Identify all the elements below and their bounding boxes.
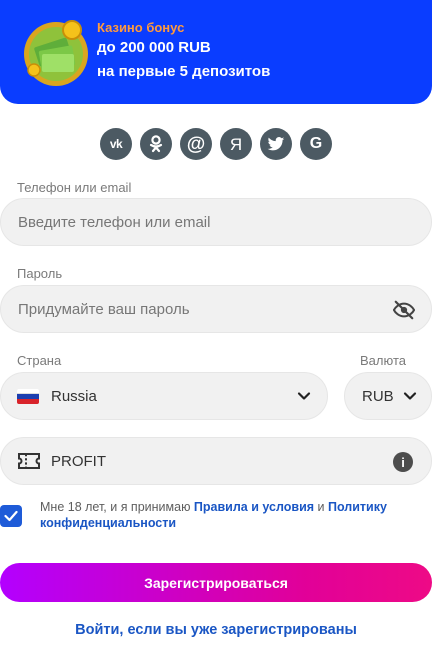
yandex-icon[interactable]: Я: [220, 128, 252, 160]
phone-label: Телефон или email: [17, 180, 132, 195]
password-input[interactable]: [18, 300, 381, 318]
money-coin-icon: [24, 20, 88, 86]
currency-select[interactable]: RUB: [344, 372, 432, 420]
rules-link[interactable]: Правила и условия: [194, 500, 314, 514]
info-icon[interactable]: i: [393, 452, 413, 472]
country-select[interactable]: Russia: [0, 372, 328, 420]
mailru-icon[interactable]: @: [180, 128, 212, 160]
phone-field[interactable]: [0, 198, 432, 246]
chevron-down-icon: [403, 392, 417, 400]
register-button[interactable]: Зарегистрироваться: [0, 563, 432, 602]
chevron-down-icon: [297, 392, 311, 400]
country-label: Страна: [17, 353, 62, 368]
bonus-amount: до 200 000 RUB: [97, 39, 211, 56]
odnoklassniki-icon[interactable]: [140, 128, 172, 160]
google-icon[interactable]: G: [300, 128, 332, 160]
terms-checkbox[interactable]: [0, 505, 22, 527]
login-link[interactable]: Войти, если вы уже зарегистрированы: [0, 622, 432, 638]
bonus-title: Казино бонус: [97, 20, 185, 35]
russia-flag-icon: [17, 388, 39, 404]
vk-icon[interactable]: vk: [100, 128, 132, 160]
country-value: Russia: [51, 387, 97, 405]
phone-input[interactable]: [18, 213, 431, 231]
check-icon: [4, 510, 18, 522]
currency-label: Валюта: [360, 353, 406, 368]
twitter-icon[interactable]: [260, 128, 292, 160]
currency-value: RUB: [362, 387, 394, 405]
password-label: Пароль: [17, 266, 63, 281]
terms-prefix: Мне 18 лет, и я принимаю: [40, 500, 194, 514]
bonus-condition: на первые 5 депозитов: [97, 63, 271, 80]
terms-text: Мне 18 лет, и я принимаю Правила и услов…: [40, 500, 420, 531]
password-field[interactable]: [0, 285, 432, 333]
promo-code-field[interactable]: i: [0, 437, 432, 485]
bonus-banner[interactable]: Казино бонус до 200 000 RUB на первые 5 …: [0, 0, 432, 104]
ticket-icon: [18, 453, 40, 469]
terms-middle: и: [314, 500, 328, 514]
social-login-row: vk @ Я G: [100, 128, 332, 160]
eye-off-icon[interactable]: [393, 299, 415, 321]
promo-code-input[interactable]: [51, 452, 381, 470]
